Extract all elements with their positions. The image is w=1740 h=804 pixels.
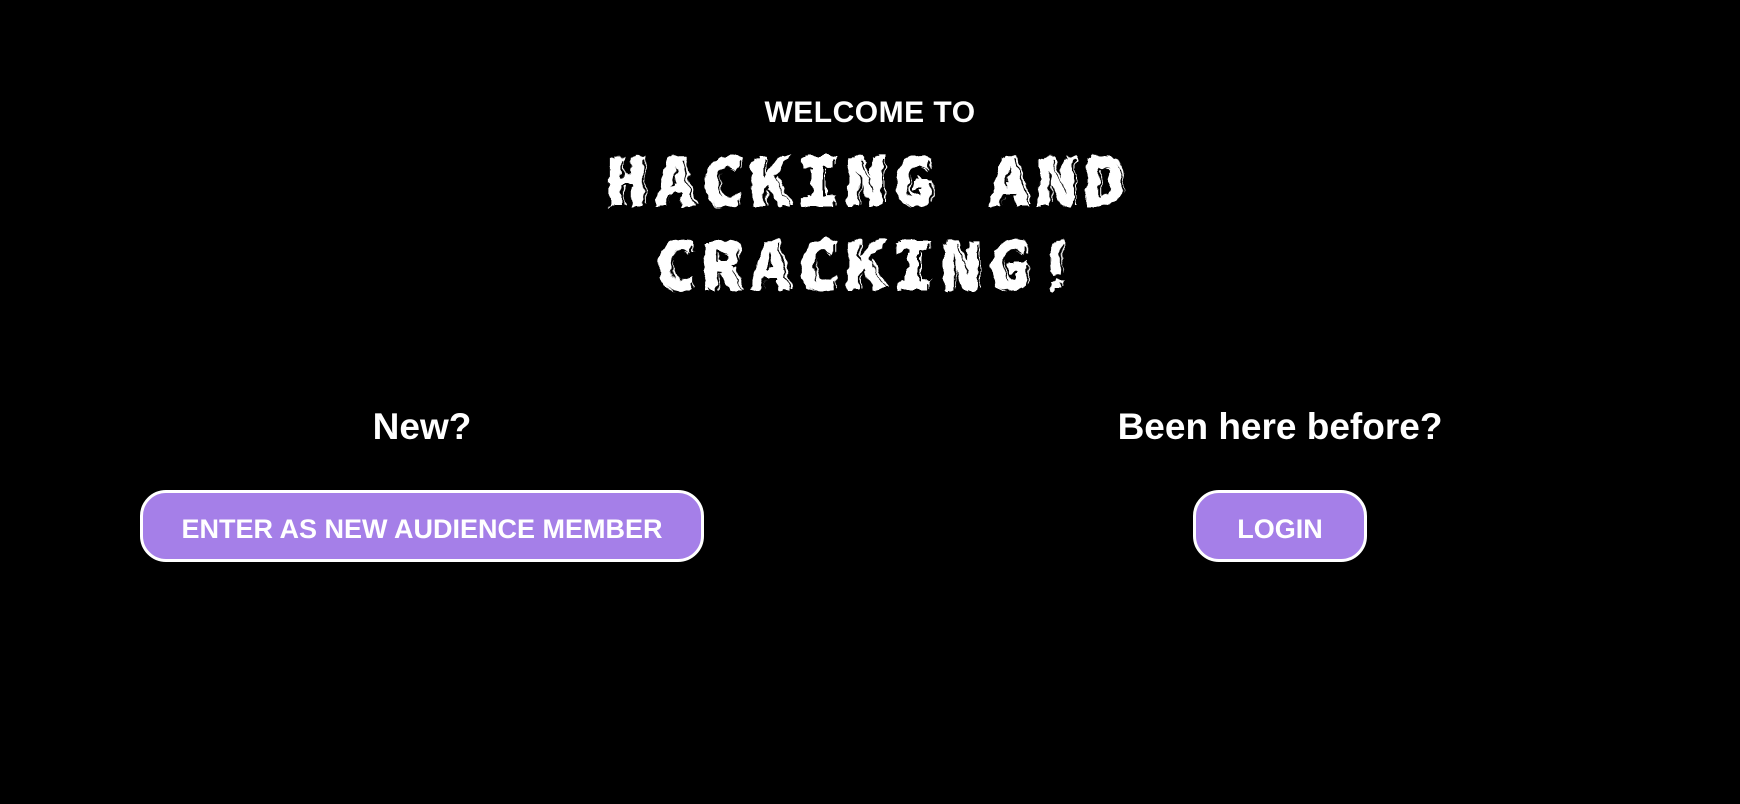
- site-title-line-1: HACKING AND: [607, 145, 1133, 222]
- enter-as-new-audience-member-button[interactable]: ENTER AS NEW AUDIENCE MEMBER: [140, 490, 704, 562]
- new-user-section: New? ENTER AS NEW AUDIENCE MEMBER: [140, 400, 704, 562]
- site-title-line-2: CRACKING!: [655, 229, 1085, 306]
- returning-user-section: Been here before? LOGIN: [1080, 400, 1480, 562]
- new-user-prompt: New?: [372, 406, 472, 447]
- site-title: HACKING AND CRACKING!: [0, 142, 1740, 310]
- returning-user-prompt: Been here before?: [1117, 406, 1443, 447]
- welcome-heading: WELCOME TO: [764, 96, 976, 129]
- login-button[interactable]: LOGIN: [1193, 490, 1367, 562]
